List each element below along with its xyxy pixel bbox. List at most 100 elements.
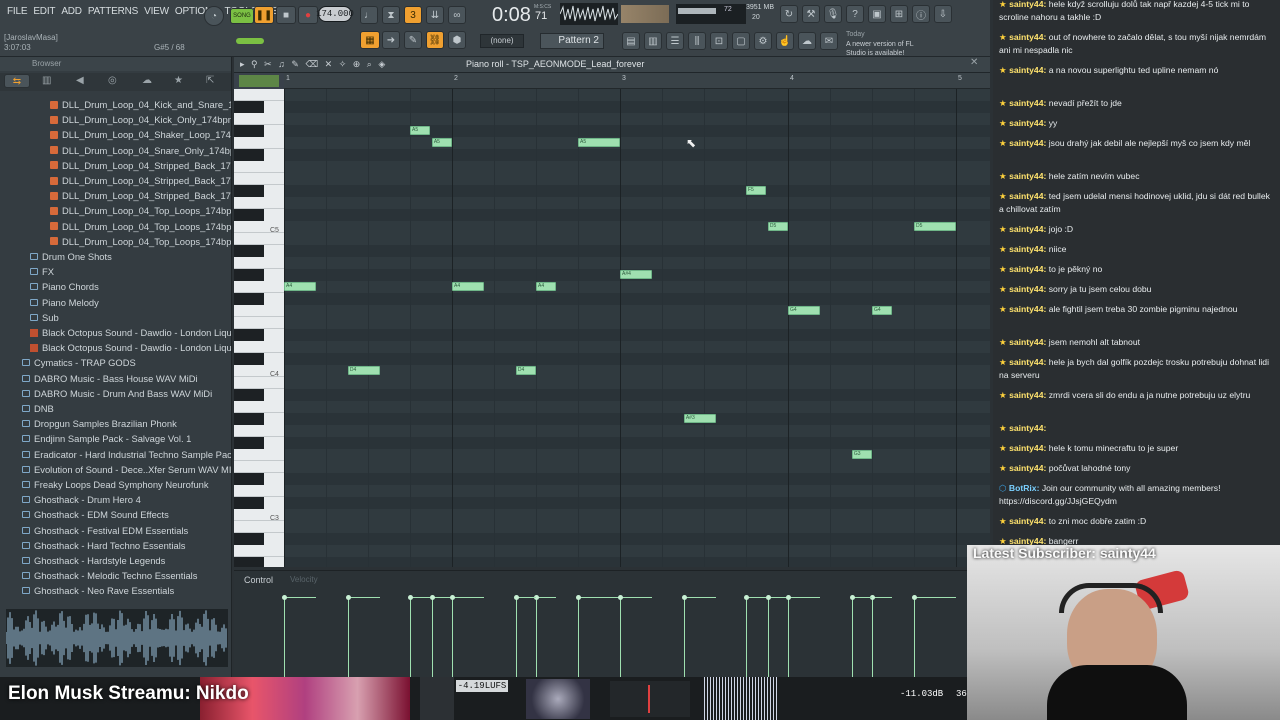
browser-item[interactable]: DLL_Drum_Loop_04_Top_Loops_174bpm_01 bbox=[0, 203, 231, 218]
velocity-handle[interactable] bbox=[284, 597, 316, 598]
velocity-stem[interactable] bbox=[788, 599, 789, 677]
browser-item[interactable]: DABRO Music - Drum And Bass WAV MiDi bbox=[0, 386, 231, 401]
plugin-tab-icon[interactable]: ◀ bbox=[76, 75, 84, 86]
white-key[interactable] bbox=[234, 401, 284, 413]
velocity-stem[interactable] bbox=[284, 599, 285, 677]
velocity-stem[interactable] bbox=[536, 599, 537, 677]
control-value[interactable]: Velocity bbox=[290, 575, 318, 584]
white-key[interactable] bbox=[234, 449, 284, 461]
note[interactable]: D4 bbox=[347, 366, 380, 375]
chat-username[interactable]: sainty44: bbox=[1009, 32, 1046, 42]
white-key[interactable] bbox=[234, 485, 284, 497]
help-icon[interactable]: ? bbox=[846, 5, 864, 23]
browser-item[interactable]: Black Octopus Sound - Dawdio - London Li… bbox=[0, 325, 231, 340]
white-key[interactable] bbox=[234, 281, 284, 293]
black-key[interactable] bbox=[234, 497, 264, 509]
pattern-selector[interactable]: Pattern 2 bbox=[540, 33, 604, 49]
velocity-handle[interactable] bbox=[410, 597, 431, 598]
white-key[interactable] bbox=[234, 89, 284, 101]
refresh-icon[interactable]: ↻ bbox=[780, 5, 798, 23]
white-key[interactable] bbox=[234, 545, 284, 557]
timeline-ruler[interactable]: 1 2 3 4 5 bbox=[284, 73, 990, 89]
black-key[interactable] bbox=[234, 389, 264, 401]
white-key[interactable] bbox=[234, 173, 284, 185]
black-key[interactable] bbox=[234, 245, 264, 257]
note[interactable]: D5 bbox=[767, 222, 788, 231]
arrow-icon[interactable]: ➜ bbox=[382, 31, 400, 49]
note[interactable]: D4 bbox=[515, 366, 536, 375]
browser-item[interactable]: Drum One Shots bbox=[0, 249, 231, 264]
white-key[interactable] bbox=[234, 137, 284, 149]
news-icon[interactable]: ✉ bbox=[820, 32, 838, 50]
chat-username[interactable]: sainty44: bbox=[1009, 98, 1046, 108]
info-icon[interactable]: ⓘ bbox=[912, 5, 930, 23]
velocity-handle[interactable] bbox=[452, 597, 484, 598]
download-icon[interactable]: ⇩ bbox=[934, 5, 952, 23]
black-key[interactable] bbox=[234, 269, 264, 281]
note[interactable]: A4 bbox=[536, 282, 557, 291]
menu-edit[interactable]: EDIT bbox=[30, 6, 58, 17]
cloud-icon[interactable]: ☁ bbox=[798, 32, 816, 50]
velocity-stem[interactable] bbox=[431, 599, 433, 677]
news-text[interactable]: A newer version of FL Studio is availabl… bbox=[846, 40, 934, 58]
play-button[interactable]: ❚❚ bbox=[254, 6, 274, 24]
black-key[interactable] bbox=[234, 437, 264, 449]
velocity-dot[interactable] bbox=[345, 595, 351, 600]
note[interactable]: F5 bbox=[746, 186, 767, 195]
chat-username[interactable]: sainty44: bbox=[1009, 357, 1046, 367]
velocity-lane[interactable] bbox=[282, 593, 990, 677]
velocity-handle[interactable] bbox=[872, 597, 893, 598]
white-key[interactable] bbox=[234, 341, 284, 353]
chat-username[interactable]: sainty44: bbox=[1009, 516, 1046, 526]
white-key[interactable] bbox=[234, 521, 284, 533]
velocity-handle[interactable] bbox=[683, 597, 716, 598]
piano-roll-tools[interactable]: ▸ ⚲ ✂ ♫ ✎ ⌫ ✕ ✧ ⊕ ⌕ ◈ bbox=[240, 59, 387, 70]
browser-item[interactable]: Cymatics - TRAP GODS bbox=[0, 355, 231, 370]
velocity-handle[interactable] bbox=[851, 597, 872, 598]
chat-username[interactable]: sainty44: bbox=[1009, 65, 1046, 75]
plugin-db-icon[interactable]: ▢ bbox=[732, 32, 750, 50]
velocity-handle[interactable] bbox=[347, 597, 380, 598]
white-key[interactable] bbox=[234, 305, 284, 317]
velocity-stem[interactable] bbox=[347, 599, 349, 677]
velocity-stem[interactable] bbox=[767, 599, 769, 677]
menu-file[interactable]: FILE bbox=[4, 6, 30, 17]
note[interactable]: A4 bbox=[452, 282, 484, 291]
browser-item[interactable]: Evolution of Sound - Dece..Xfer Serum WA… bbox=[0, 462, 231, 477]
chat-username[interactable]: sainty44: bbox=[1009, 138, 1046, 148]
velocity-dot[interactable] bbox=[282, 595, 287, 600]
browser-item[interactable]: Eradicator - Hard Industrial Techno Samp… bbox=[0, 447, 231, 462]
note[interactable]: G3 bbox=[851, 450, 872, 459]
browser-item[interactable]: DLL_Drum_Loop_04_Snare_Only_174bpm bbox=[0, 143, 231, 158]
song-mode-button[interactable]: SONG bbox=[230, 8, 254, 24]
note[interactable]: A#4 bbox=[620, 270, 652, 279]
velocity-stem[interactable] bbox=[578, 599, 579, 677]
white-key[interactable] bbox=[234, 233, 284, 245]
chat-username[interactable]: sainty44: bbox=[1009, 304, 1046, 314]
browser-item[interactable]: Sub bbox=[0, 310, 231, 325]
browser-item[interactable]: Dropgun Samples Brazilian Phonk bbox=[0, 416, 231, 431]
chat-username[interactable]: sainty44: bbox=[1009, 264, 1046, 274]
white-key[interactable] bbox=[234, 113, 284, 125]
browser-item[interactable]: Black Octopus Sound - Dawdio - London Li… bbox=[0, 340, 231, 355]
browser-item[interactable]: DLL_Drum_Loop_04_Kick_Only_174bpm bbox=[0, 112, 231, 127]
black-key[interactable] bbox=[234, 557, 264, 567]
note[interactable]: A5 bbox=[410, 126, 431, 135]
velocity-stem[interactable] bbox=[620, 599, 621, 677]
master-volume-slider[interactable] bbox=[236, 38, 264, 44]
black-key[interactable] bbox=[234, 209, 264, 221]
generator-tab-icon[interactable]: ◎ bbox=[108, 75, 117, 86]
velocity-dot[interactable] bbox=[786, 595, 791, 600]
browser-item[interactable]: Piano Melody bbox=[0, 295, 231, 310]
browser-item[interactable]: Ghosthack - Neo Rave Essentials bbox=[0, 583, 231, 598]
velocity-dot[interactable] bbox=[681, 595, 687, 600]
chat-username[interactable]: sainty44: bbox=[1009, 118, 1046, 128]
velocity-handle[interactable] bbox=[746, 597, 767, 598]
browser-nav-icon[interactable]: ⇆ bbox=[4, 74, 30, 88]
browser-view-icon[interactable]: ⊡ bbox=[710, 32, 728, 50]
browser-item[interactable]: Freaky Loops Dead Symphony Neurofunk bbox=[0, 477, 231, 492]
menu-patterns[interactable]: PATTERNS bbox=[85, 6, 141, 17]
velocity-handle[interactable] bbox=[620, 597, 652, 598]
note[interactable]: A5 bbox=[431, 138, 452, 147]
link-icon[interactable]: ⛓ bbox=[426, 31, 444, 49]
